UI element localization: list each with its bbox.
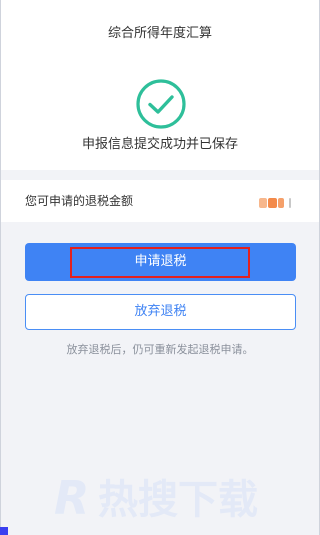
page-title: 综合所得年度汇算 (107, 26, 212, 41)
refund-amount-row: 您可申请的退税金额 (1, 180, 319, 222)
svg-text:R: R (54, 471, 89, 525)
page-header: 综合所得年度汇算 (1, 0, 319, 60)
svg-text:热搜下载: 热搜下载 (98, 477, 258, 523)
abandon-refund-button[interactable]: 放弃退税 (25, 294, 296, 330)
success-message: 申报信息提交成功并已保存 (81, 137, 238, 152)
success-panel: 申报信息提交成功并已保存 (1, 60, 319, 170)
abandon-hint-text: 放弃退税后，仍可重新发起退税申请。 (66, 343, 254, 356)
corner-marker (0, 527, 8, 535)
refund-amount-value-obscured (259, 198, 295, 208)
check-circle-icon (136, 79, 186, 129)
refund-amount-label: 您可申请的退税金额 (25, 194, 134, 208)
apply-refund-button[interactable]: 申请退税 (25, 243, 296, 281)
watermark-logo: R 热搜下载 (54, 471, 258, 525)
